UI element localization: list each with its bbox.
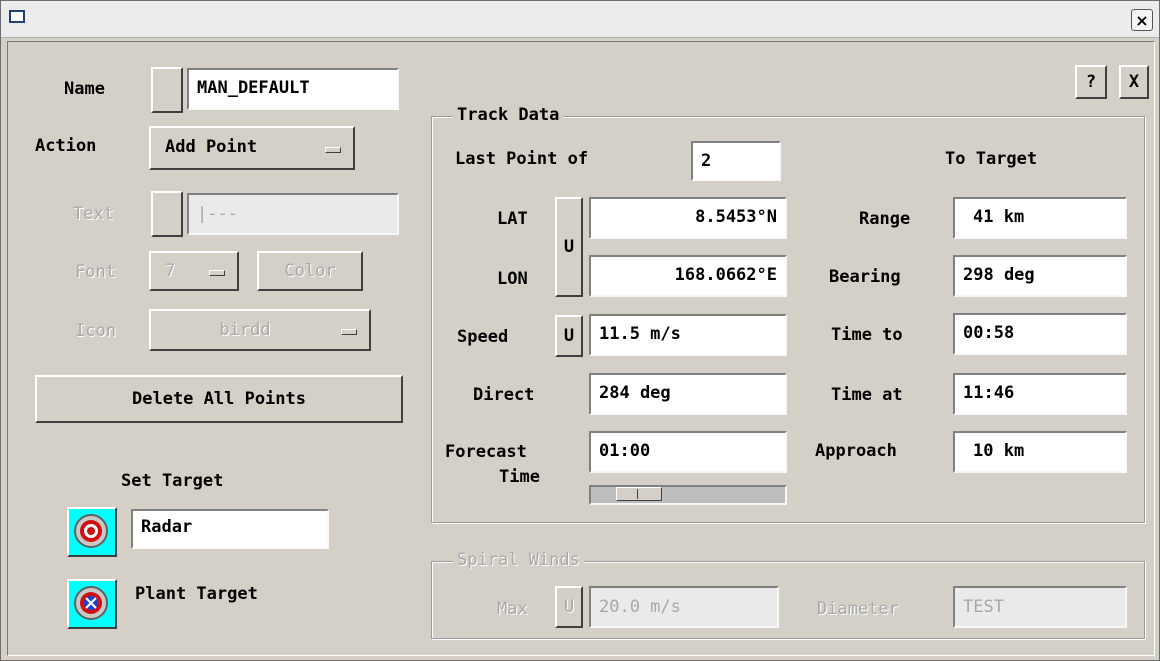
max-wind-input[interactable]: 20.0 m/s: [589, 586, 779, 628]
window-close-button[interactable]: ×: [1131, 9, 1153, 31]
direct-label: Direct: [473, 385, 535, 405]
slider-thumb[interactable]: [616, 487, 662, 501]
plant-target-icon: [74, 586, 108, 620]
track-data-title: Track Data: [453, 105, 564, 125]
lat-label: LAT: [497, 209, 528, 229]
speed-units-button[interactable]: U: [555, 315, 583, 357]
plant-target-label: Plant Target: [135, 584, 258, 604]
target-input[interactable]: Radar: [131, 509, 329, 549]
speed-input[interactable]: 11.5 m/s: [589, 314, 787, 356]
close-button[interactable]: X: [1119, 65, 1149, 99]
font-menu-button[interactable]: 7: [149, 251, 239, 291]
text-input[interactable]: |---: [187, 193, 399, 235]
menu-indicator-icon: [325, 147, 341, 153]
set-target-label: Set Target: [121, 471, 224, 491]
forecast-time-input[interactable]: 01:00: [589, 431, 787, 473]
forecast-time-slider[interactable]: [589, 485, 787, 505]
forecast-time-label: Time: [499, 467, 540, 487]
text-toggle-button[interactable]: [151, 191, 183, 237]
delete-all-points-button[interactable]: Delete All Points: [35, 375, 403, 423]
direct-input[interactable]: 284 deg: [589, 373, 787, 415]
radar-target-icon: [74, 514, 108, 548]
lat-input[interactable]: 8.5453°N: [589, 197, 787, 239]
color-button[interactable]: Color: [257, 251, 363, 291]
time-to-label: Time to: [831, 325, 903, 345]
spiral-winds-title: Spiral Winds: [453, 550, 584, 570]
latlon-units-button[interactable]: U: [555, 197, 583, 297]
speed-label: Speed: [457, 327, 509, 347]
icon-menu-button[interactable]: birdd: [149, 309, 371, 351]
last-point-input[interactable]: 2: [691, 141, 781, 181]
forecast-label: Forecast: [445, 442, 527, 462]
icon-label: Icon: [75, 321, 116, 341]
icon-menu-value: birdd: [219, 320, 271, 340]
lon-label: LON: [497, 269, 528, 289]
name-label: Name: [64, 79, 105, 99]
diameter-input[interactable]: TEST: [953, 586, 1127, 628]
title-bar: ×: [1, 1, 1159, 38]
action-menu-button[interactable]: Add Point: [149, 126, 355, 170]
help-button[interactable]: ?: [1075, 65, 1107, 99]
action-menu-value: Add Point: [165, 137, 258, 157]
bearing-label: Bearing: [829, 267, 901, 287]
plant-target-button[interactable]: [67, 579, 117, 629]
bearing-input[interactable]: 298 deg: [953, 255, 1127, 297]
time-to-input[interactable]: 00:58: [953, 313, 1127, 355]
action-label: Action: [35, 136, 97, 156]
font-label: Font: [75, 262, 116, 282]
last-point-label: Last Point of: [455, 149, 589, 169]
range-label: Range: [859, 209, 911, 229]
time-at-input[interactable]: 11:46: [953, 373, 1127, 415]
menu-indicator-icon: [341, 329, 357, 335]
range-input[interactable]: 41 km: [953, 197, 1127, 239]
time-at-label: Time at: [831, 385, 903, 405]
max-units-button[interactable]: U: [555, 586, 583, 628]
menu-indicator-icon: [209, 270, 225, 276]
diameter-label: Diameter: [817, 599, 899, 619]
window-icon: [9, 10, 25, 23]
to-target-label: To Target: [945, 149, 1038, 169]
name-toggle-button[interactable]: [151, 67, 183, 113]
font-menu-value: 7: [165, 261, 176, 281]
set-target-button[interactable]: [67, 507, 117, 557]
text-label: Text: [73, 204, 114, 224]
max-label: Max: [497, 599, 528, 619]
approach-label: Approach: [815, 441, 897, 461]
dialog-window: × Name MAN_DEFAULT Action Add Point Text…: [0, 0, 1160, 661]
lon-input[interactable]: 168.0662°E: [589, 255, 787, 297]
approach-input[interactable]: 10 km: [953, 431, 1127, 473]
name-input[interactable]: MAN_DEFAULT: [187, 68, 399, 110]
